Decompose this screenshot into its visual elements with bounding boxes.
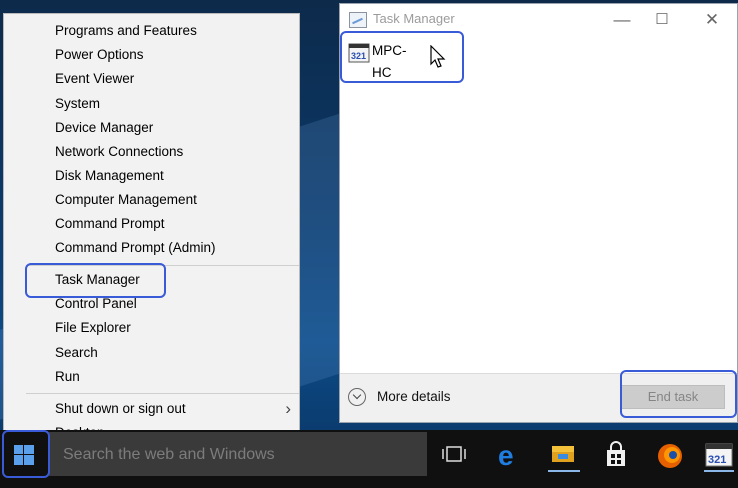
- maximize-icon[interactable]: ☐: [642, 7, 682, 33]
- winx-menu: Programs and Features Power Options Even…: [3, 13, 300, 449]
- menu-separator: [26, 393, 299, 394]
- close-icon[interactable]: ✕: [692, 7, 732, 33]
- search-placeholder: Search the web and Windows: [63, 446, 275, 463]
- window-title: Task Manager: [373, 11, 455, 26]
- minimize-icon[interactable]: —: [602, 7, 642, 33]
- menu-item-programs-features[interactable]: Programs and Features: [55, 19, 197, 43]
- store-icon[interactable]: [592, 436, 640, 474]
- highlight-task-manager: [25, 263, 166, 298]
- mpc-hc-taskbar-icon[interactable]: 321: [698, 436, 738, 474]
- menu-item-disk-management[interactable]: Disk Management: [55, 164, 164, 188]
- search-box[interactable]: Search the web and Windows: [49, 432, 427, 476]
- chevron-right-icon: ›: [285, 399, 291, 418]
- menu-item-search[interactable]: Search: [55, 341, 98, 365]
- highlight-start-button: [2, 430, 50, 478]
- menu-item-power-options[interactable]: Power Options: [55, 43, 144, 67]
- menu-item-system[interactable]: System: [55, 92, 100, 116]
- menu-item-shutdown-signout[interactable]: Shut down or sign out: [55, 397, 186, 421]
- taskbar: Search the web and Windows e 321: [0, 430, 738, 488]
- menu-item-computer-management[interactable]: Computer Management: [55, 188, 197, 212]
- menu-item-file-explorer[interactable]: File Explorer: [55, 316, 131, 340]
- highlight-end-task: [620, 370, 737, 418]
- firefox-icon[interactable]: [646, 436, 694, 474]
- menu-item-device-manager[interactable]: Device Manager: [55, 116, 153, 140]
- menu-item-run[interactable]: Run: [55, 365, 80, 389]
- menu-item-event-viewer[interactable]: Event Viewer: [55, 67, 134, 91]
- task-view-icon[interactable]: [430, 436, 478, 474]
- menu-item-network-connections[interactable]: Network Connections: [55, 140, 183, 164]
- edge-icon[interactable]: e: [486, 436, 534, 474]
- task-manager-icon: [349, 12, 367, 28]
- svg-text:e: e: [498, 440, 514, 471]
- chevron-down-icon[interactable]: [348, 388, 366, 406]
- file-explorer-icon[interactable]: [540, 436, 588, 474]
- menu-item-command-prompt[interactable]: Command Prompt: [55, 212, 165, 236]
- highlight-mpc-hc: [340, 31, 464, 83]
- more-details-link[interactable]: More details: [377, 389, 451, 404]
- svg-text:321: 321: [708, 454, 726, 466]
- menu-item-command-prompt-admin[interactable]: Command Prompt (Admin): [55, 236, 216, 260]
